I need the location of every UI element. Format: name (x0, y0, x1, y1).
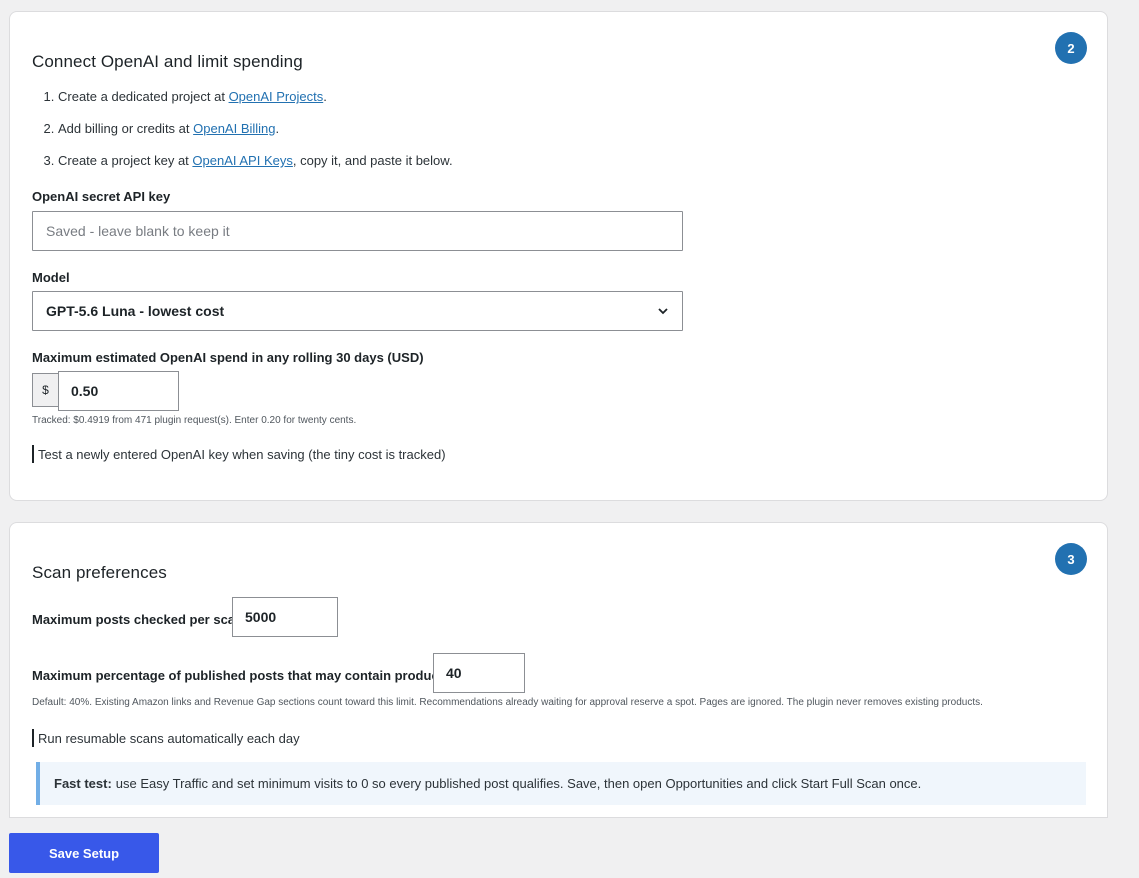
auto-scan-label: Run resumable scans automatically each d… (38, 730, 300, 746)
test-key-label: Test a newly entered OpenAI key when sav… (38, 446, 446, 462)
step-badge: 2 (1055, 32, 1087, 64)
model-selected-value: GPT-5.6 Luna - lowest cost (46, 303, 225, 319)
api-key-label: OpenAI secret API key (32, 189, 171, 204)
step-item: Create a project key at OpenAI API Keys,… (58, 152, 453, 184)
model-label: Model (32, 270, 70, 285)
fast-test-notice: Fast test: use Easy Traffic and set mini… (36, 762, 1086, 805)
max-percentage-label: Maximum percentage of published posts th… (32, 668, 451, 683)
step-item: Add billing or credits at OpenAI Billing… (58, 120, 453, 152)
spend-help-text: Tracked: $0.4919 from 471 plugin request… (32, 415, 357, 426)
auto-scan-option[interactable]: Run resumable scans automatically each d… (32, 729, 300, 747)
openai-api-keys-link[interactable]: OpenAI API Keys (192, 153, 292, 168)
max-posts-label: Maximum posts checked per scan (32, 612, 243, 627)
setup-steps: Create a dedicated project at OpenAI Pro… (32, 88, 453, 184)
save-setup-button[interactable]: Save Setup (9, 833, 159, 873)
openai-settings-card: 2 Connect OpenAI and limit spending Crea… (9, 11, 1108, 501)
openai-billing-link[interactable]: OpenAI Billing (193, 121, 275, 136)
notice-text: use Easy Traffic and set minimum visits … (115, 776, 922, 791)
test-key-option[interactable]: Test a newly entered OpenAI key when sav… (32, 445, 446, 463)
api-key-input[interactable]: Saved - leave blank to keep it (32, 211, 683, 251)
spend-label: Maximum estimated OpenAI spend in any ro… (32, 350, 424, 365)
max-percentage-help-text: Default: 40%. Existing Amazon links and … (32, 697, 983, 708)
auto-scan-checkbox[interactable] (32, 729, 34, 747)
step-badge: 3 (1055, 543, 1087, 575)
section-title: Connect OpenAI and limit spending (32, 52, 303, 71)
max-posts-input[interactable]: 5000 (232, 597, 338, 637)
max-percentage-input[interactable]: 40 (433, 653, 525, 693)
section-title: Scan preferences (32, 563, 167, 582)
test-key-checkbox[interactable] (32, 445, 34, 463)
spend-input[interactable]: 0.50 (58, 371, 179, 411)
model-select[interactable]: GPT-5.6 Luna - lowest cost (32, 291, 683, 331)
step-item: Create a dedicated project at OpenAI Pro… (58, 88, 453, 120)
currency-prefix: $ (32, 373, 58, 407)
notice-strong: Fast test: (54, 776, 112, 791)
scan-preferences-card: 3 Scan preferences Maximum posts checked… (9, 522, 1108, 818)
chevron-down-icon (658, 308, 668, 315)
openai-projects-link[interactable]: OpenAI Projects (229, 89, 324, 104)
